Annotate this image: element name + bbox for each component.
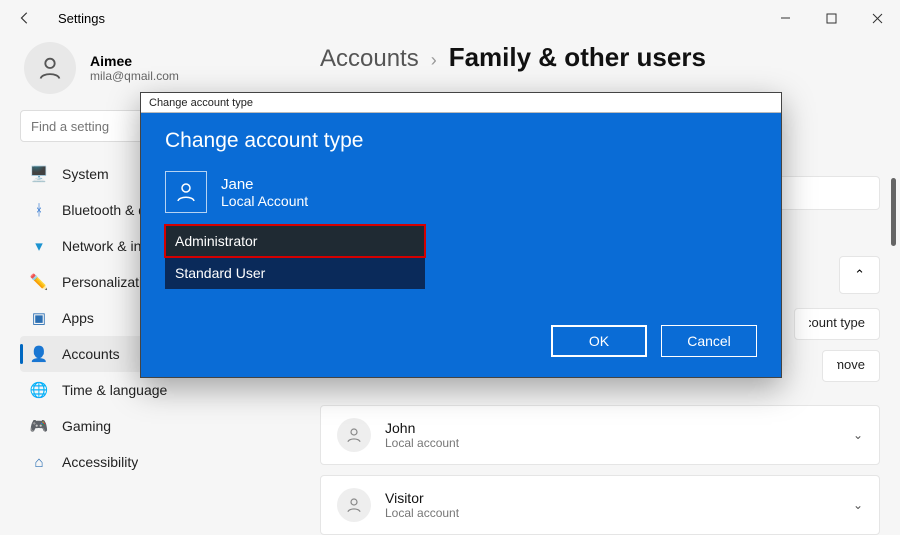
back-icon[interactable]	[16, 9, 34, 27]
profile-name: Aimee	[90, 53, 179, 69]
chevron-down-icon[interactable]: ⌄	[853, 428, 863, 442]
option-standard-user[interactable]: Standard User	[165, 257, 425, 289]
add-account-button[interactable]: Add account	[778, 176, 880, 210]
sidebar-item-accessibility[interactable]: ⌂ Accessibility	[20, 444, 290, 480]
window-title: Settings	[58, 11, 105, 26]
breadcrumb-current: Family & other users	[449, 42, 706, 73]
nav-icon: 🖥️	[30, 165, 48, 183]
breadcrumb: Accounts › Family & other users	[320, 42, 880, 73]
user-card[interactable]: Visitor Local account ⌄	[320, 475, 880, 535]
chevron-down-icon[interactable]: ⌄	[853, 498, 863, 512]
nav-icon: ▣	[30, 309, 48, 327]
profile-email: mila@qmail.com	[90, 69, 179, 83]
nav-label: Accounts	[62, 346, 120, 362]
change-account-type-dialog: Change account type Change account type …	[140, 92, 782, 378]
remove-button[interactable]: Remove	[822, 350, 880, 382]
cancel-button[interactable]: Cancel	[661, 325, 757, 357]
nav-icon: ᚼ	[30, 201, 48, 219]
window-titlebar: Settings	[0, 0, 900, 36]
scrollbar[interactable]	[891, 178, 896, 246]
option-administrator[interactable]: Administrator	[165, 225, 425, 257]
maximize-button[interactable]	[808, 0, 854, 36]
nav-label: Time & language	[62, 382, 167, 398]
change-type-label: Change account type	[809, 315, 865, 330]
nav-icon: ⌂	[30, 453, 48, 471]
dialog-user-sub: Local Account	[221, 193, 308, 209]
ok-button[interactable]: OK	[551, 325, 647, 357]
chevron-up-icon[interactable]: ⌃	[839, 256, 880, 294]
sidebar-item-gaming[interactable]: 🎮 Gaming	[20, 408, 290, 444]
nav-label: Accessibility	[62, 454, 138, 470]
breadcrumb-parent[interactable]: Accounts	[320, 45, 419, 73]
change-type-button[interactable]: Change account type	[794, 308, 880, 340]
nav-label: Apps	[62, 310, 94, 326]
minimize-button[interactable]	[762, 0, 808, 36]
person-icon	[165, 171, 207, 213]
nav-label: Gaming	[62, 418, 111, 434]
avatar	[24, 42, 76, 94]
nav-label: System	[62, 166, 109, 182]
user-card[interactable]: John Local account ⌄	[320, 405, 880, 465]
nav-icon: ▾	[30, 237, 48, 255]
remove-label: Remove	[837, 357, 865, 372]
nav-icon: ✏️	[30, 273, 48, 291]
dialog-user: Jane Local Account	[165, 171, 757, 213]
person-icon	[337, 488, 371, 522]
dialog-titlebar: Change account type	[141, 93, 781, 113]
user-name: John	[385, 420, 459, 436]
user-name: Visitor	[385, 490, 459, 506]
dialog-heading: Change account type	[165, 129, 757, 153]
user-sub: Local account	[385, 506, 459, 520]
person-icon	[337, 418, 371, 452]
nav-icon: 🌐	[30, 381, 48, 399]
dialog-window-title: Change account type	[149, 97, 253, 109]
dialog-user-name: Jane	[221, 176, 308, 193]
chevron-right-icon: ›	[431, 50, 437, 71]
nav-icon: 🎮	[30, 417, 48, 435]
close-button[interactable]	[854, 0, 900, 36]
account-type-dropdown[interactable]: Administrator Standard User	[165, 225, 425, 289]
user-sub: Local account	[385, 436, 459, 450]
nav-icon: 👤	[30, 345, 48, 363]
